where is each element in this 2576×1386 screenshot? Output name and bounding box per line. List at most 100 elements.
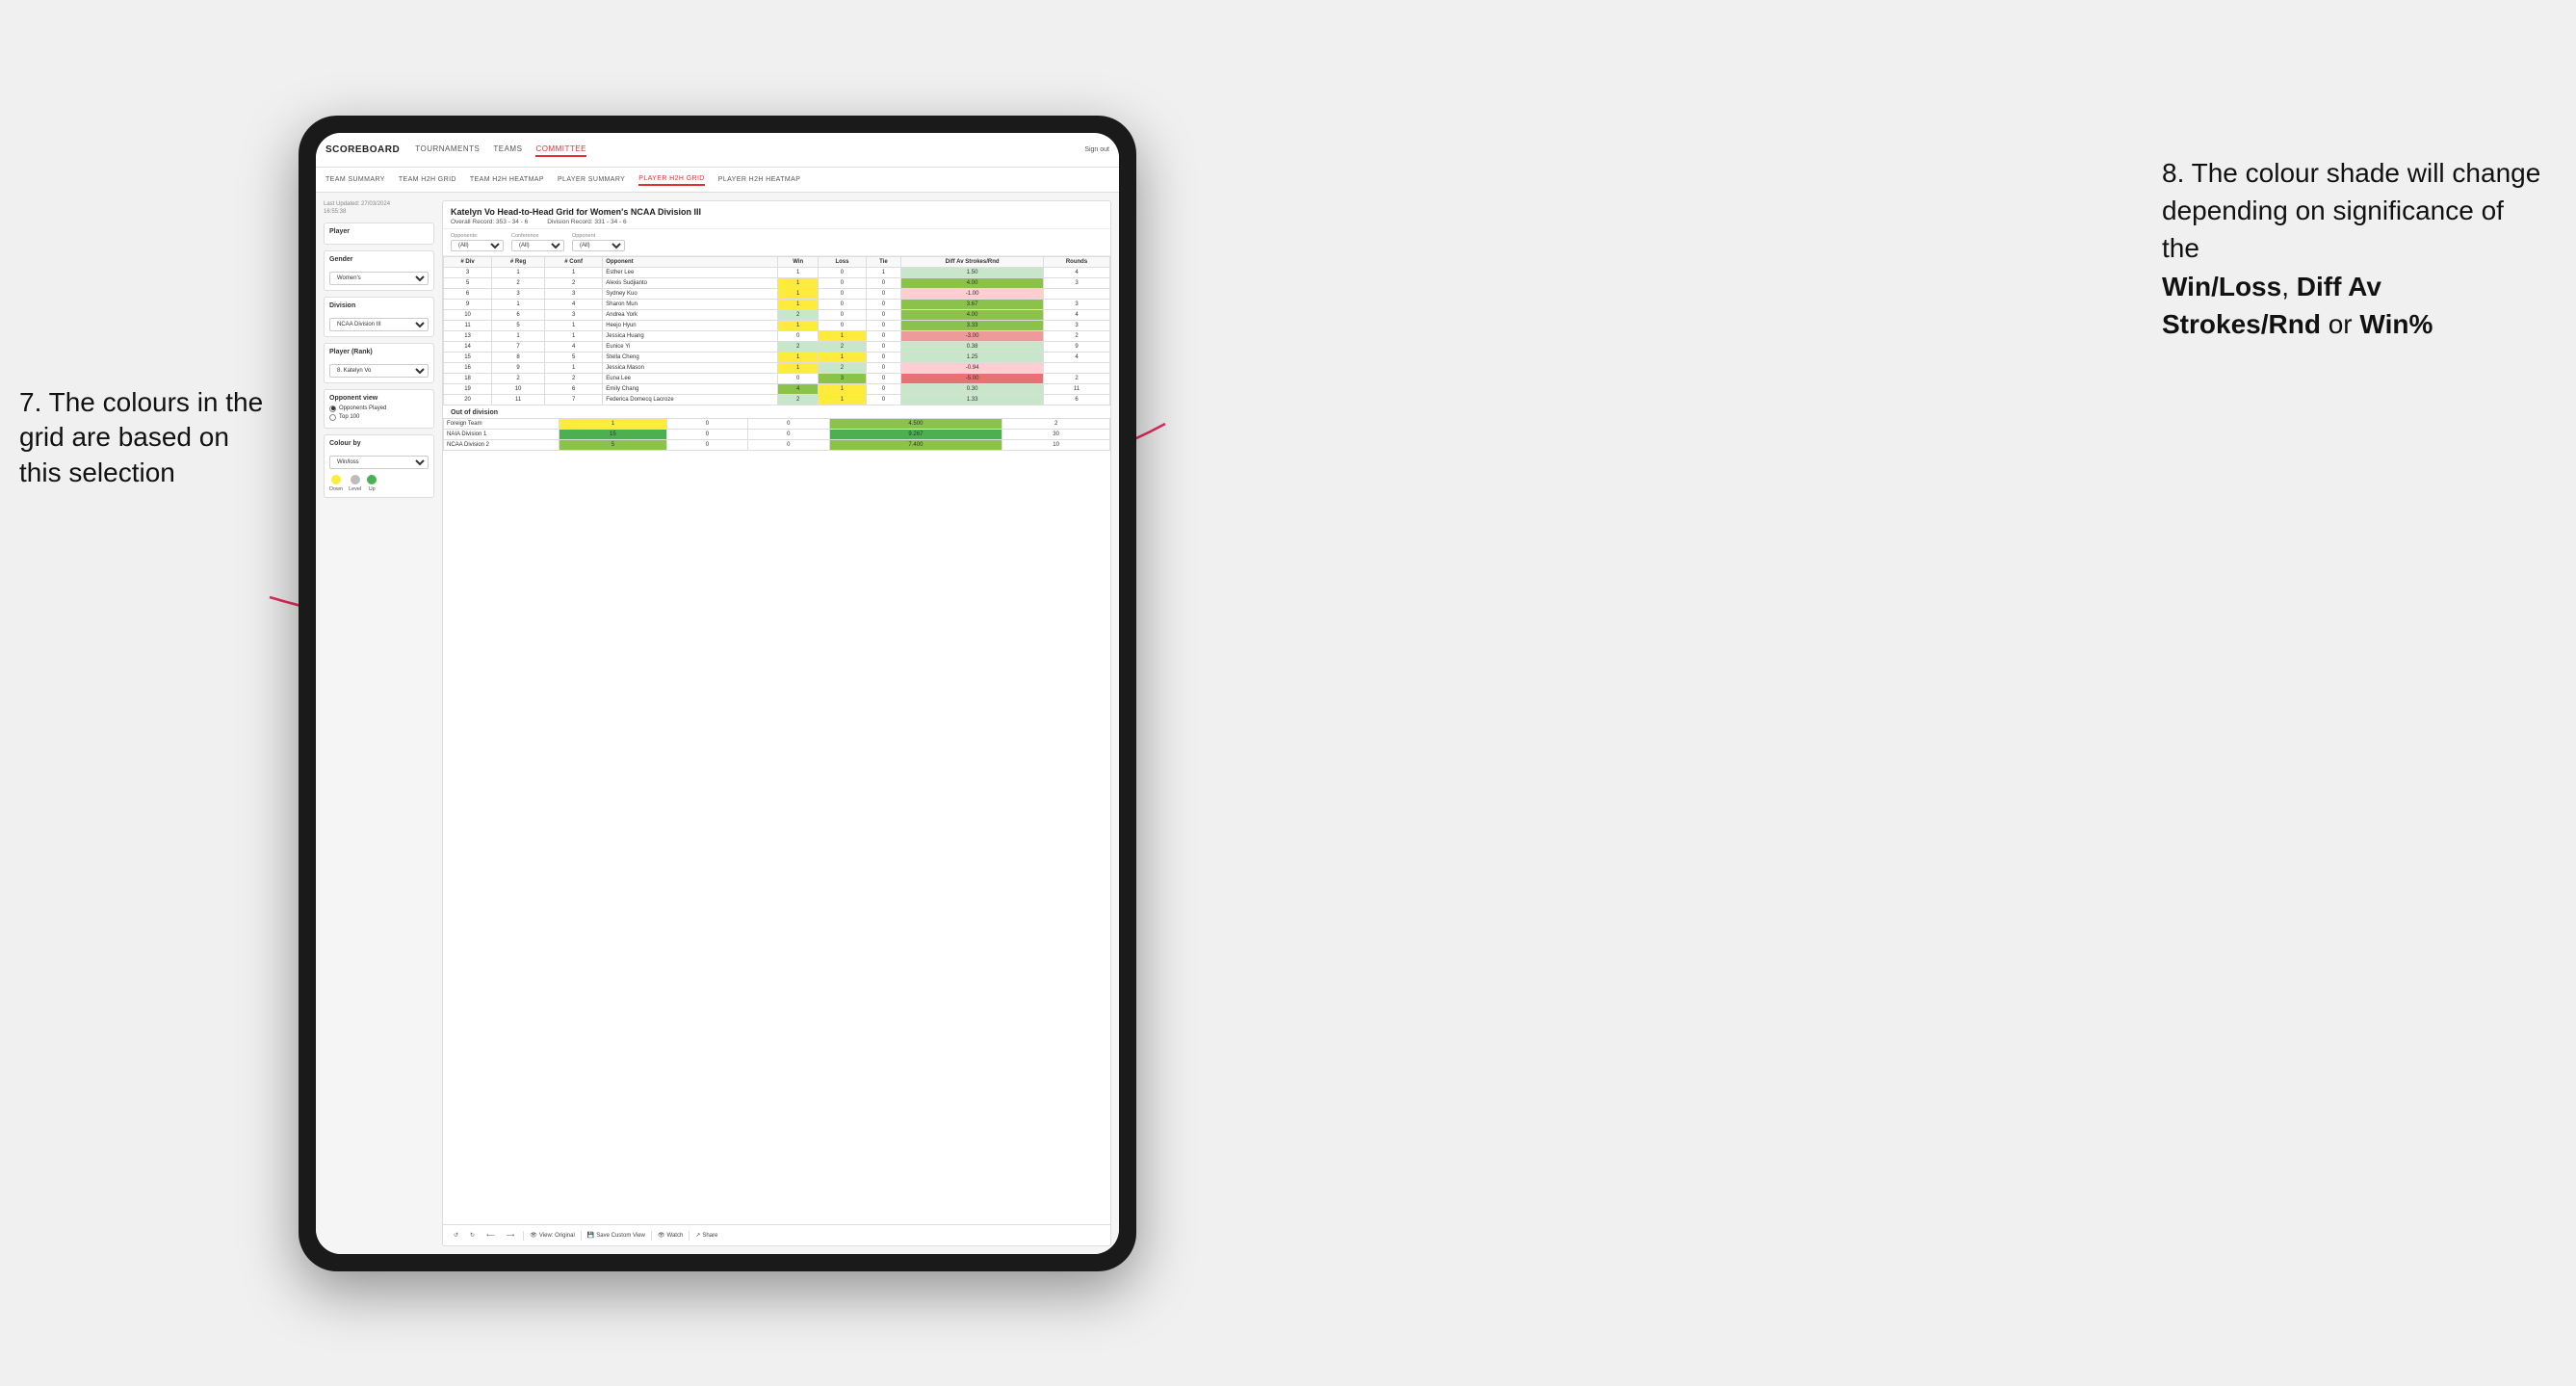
cell-opponent: Euna Lee: [603, 374, 778, 384]
cell-ood-win: 5: [559, 440, 667, 451]
cell-reg: 7: [492, 342, 545, 353]
cell-conf: 4: [544, 300, 602, 310]
cell-conf: 1: [544, 321, 602, 331]
cell-rounds: 9: [1044, 342, 1110, 353]
cell-win: 2: [778, 395, 819, 405]
back-btn[interactable]: ⟵: [483, 1231, 498, 1240]
separator1: [523, 1231, 524, 1241]
cell-loss: 1: [819, 384, 866, 395]
ood-table-row: NAIA Division 1 15 0 0 9.267 30: [444, 430, 1110, 440]
sub-nav-player-summary[interactable]: PLAYER SUMMARY: [558, 174, 625, 185]
cell-ood-rounds: 2: [1002, 419, 1110, 430]
opponents-select[interactable]: (All): [451, 240, 504, 251]
cell-diff: 1.25: [901, 353, 1044, 363]
col-tie: Tie: [866, 257, 901, 268]
nav-tournaments[interactable]: TOURNAMENTS: [415, 143, 480, 157]
save-custom-view-btn[interactable]: 💾 Save Custom View: [587, 1232, 645, 1239]
cell-loss: 0: [819, 310, 866, 321]
cell-tie: 0: [866, 374, 901, 384]
tablet-frame: SCOREBOARD TOURNAMENTS TEAMS COMMITTEE S…: [299, 116, 1136, 1271]
cell-reg: 1: [492, 268, 545, 278]
cell-diff: 4.00: [901, 310, 1044, 321]
cell-div: 11: [444, 321, 492, 331]
sub-nav-team-summary[interactable]: TEAM SUMMARY: [325, 174, 385, 185]
cell-win: 1: [778, 321, 819, 331]
cell-reg: 11: [492, 395, 545, 405]
cell-tie: 0: [866, 278, 901, 289]
cell-tie: 0: [866, 363, 901, 374]
table-row: 13 1 1 Jessica Huang 0 1 0 -3.00 2: [444, 331, 1110, 342]
cell-conf: 6: [544, 384, 602, 395]
cell-ood-opponent: NAIA Division 1: [444, 430, 559, 440]
sub-nav-team-h2h-heatmap[interactable]: TEAM H2H HEATMAP: [470, 174, 544, 185]
cell-loss: 1: [819, 395, 866, 405]
last-updated: Last Updated: 27/03/2024 16:55:38: [324, 200, 434, 217]
radio-top100-dot: [329, 414, 336, 421]
cell-rounds: 4: [1044, 268, 1110, 278]
table-row: 11 5 1 Heejo Hyun 1 0 0 3.33 3: [444, 321, 1110, 331]
cell-opponent: Esther Lee: [603, 268, 778, 278]
cell-opponent: Andrea York: [603, 310, 778, 321]
view-original-btn[interactable]: 👁 View: Original: [530, 1232, 575, 1239]
cell-rounds: 3: [1044, 300, 1110, 310]
radio-opponents-played-dot: [329, 405, 336, 412]
cell-diff: -3.00: [901, 331, 1044, 342]
opponent-select[interactable]: (All): [572, 240, 625, 251]
cell-conf: 7: [544, 395, 602, 405]
legend-down: Down: [329, 475, 343, 492]
cell-tie: 0: [866, 310, 901, 321]
cell-ood-win: 1: [559, 419, 667, 430]
cell-reg: 5: [492, 321, 545, 331]
legend-level-circle: [351, 475, 360, 484]
radio-opponents-played[interactable]: Opponents Played: [329, 405, 429, 412]
undo-btn[interactable]: ↺: [451, 1231, 461, 1240]
ood-table-row: Foreign Team 1 0 0 4.500 2: [444, 419, 1110, 430]
sub-nav-team-h2h-grid[interactable]: TEAM H2H GRID: [399, 174, 456, 185]
sub-nav-player-h2h-grid[interactable]: PLAYER H2H GRID: [638, 173, 705, 186]
cell-div: 10: [444, 310, 492, 321]
cell-diff: 0.38: [901, 342, 1044, 353]
cell-div: 13: [444, 331, 492, 342]
table-row: 3 1 1 Esther Lee 1 0 1 1.50 4: [444, 268, 1110, 278]
opponent-view-label: Opponent view: [329, 395, 429, 402]
gender-select[interactable]: Women's: [329, 272, 429, 285]
share-btn[interactable]: ↗ Share: [695, 1232, 717, 1239]
grid-table: # Div # Reg # Conf Opponent Win Loss Tie…: [443, 256, 1110, 405]
ood-table-row: NCAA Division 2 5 0 0 7.400 10: [444, 440, 1110, 451]
legend-row: Down Level Up: [329, 475, 429, 492]
annotation-left: 7. The colours in the grid are based on …: [19, 385, 270, 490]
cell-rounds: 3: [1044, 278, 1110, 289]
forward-btn[interactable]: ⟶: [504, 1231, 518, 1240]
col-conf: # Conf: [544, 257, 602, 268]
colour-by-select[interactable]: Win/loss: [329, 456, 429, 469]
cell-tie: 0: [866, 342, 901, 353]
sub-nav-player-h2h-heatmap[interactable]: PLAYER H2H HEATMAP: [718, 174, 801, 185]
cell-win: 0: [778, 331, 819, 342]
bottom-toolbar: ↺ ↻ ⟵ ⟶ 👁 View: Original 💾 Save Custom V…: [443, 1224, 1110, 1245]
cell-rounds: 2: [1044, 331, 1110, 342]
cell-rounds: 6: [1044, 395, 1110, 405]
player-rank-label: Player (Rank): [329, 349, 429, 355]
nav-teams[interactable]: TEAMS: [493, 143, 522, 157]
col-loss: Loss: [819, 257, 866, 268]
nav-committee[interactable]: COMMITTEE: [535, 143, 586, 157]
cell-win: 1: [778, 289, 819, 300]
division-select[interactable]: NCAA Division III: [329, 318, 429, 331]
nav-links: TOURNAMENTS TEAMS COMMITTEE: [415, 143, 1084, 157]
grid-header: Katelyn Vo Head-to-Head Grid for Women's…: [443, 201, 1110, 229]
table-row: 14 7 4 Eunice Yi 2 2 0 0.38 9: [444, 342, 1110, 353]
conference-filter: Conference (All): [511, 233, 564, 251]
cell-div: 9: [444, 300, 492, 310]
col-diff: Diff Av Strokes/Rnd: [901, 257, 1044, 268]
cell-tie: 0: [866, 289, 901, 300]
redo-btn[interactable]: ↻: [467, 1231, 478, 1240]
player-rank-select[interactable]: 8. Katelyn Vo: [329, 364, 429, 378]
filters-row: Opponents: (All) Conference (All) Oppone…: [443, 229, 1110, 256]
cell-diff: 3.33: [901, 321, 1044, 331]
colour-by-label: Colour by: [329, 440, 429, 447]
radio-top100[interactable]: Top 100: [329, 414, 429, 421]
watch-btn[interactable]: 👁 Watch: [658, 1232, 683, 1239]
cell-div: 16: [444, 363, 492, 374]
sign-out-button[interactable]: Sign out: [1084, 146, 1109, 153]
conference-select[interactable]: (All): [511, 240, 564, 251]
